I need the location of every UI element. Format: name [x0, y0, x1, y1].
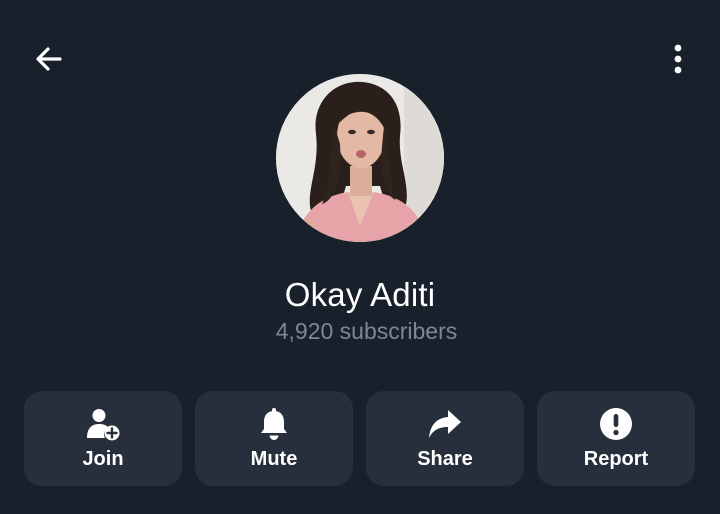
- mute-label: Mute: [250, 448, 298, 470]
- bell-icon: [255, 405, 293, 443]
- channel-name: Okay Aditi: [284, 276, 436, 313]
- channel-profile-screen: Okay Aditi 4,920 subscribers Join Mute S…: [0, 0, 720, 514]
- back-button[interactable]: [26, 38, 72, 84]
- more-options-button[interactable]: [656, 38, 700, 84]
- more-vertical-icon: [672, 43, 684, 80]
- subscriber-count: 4,920 subscribers: [275, 318, 458, 344]
- join-label: Join: [82, 448, 124, 470]
- add-user-icon: [84, 405, 122, 443]
- report-label: Report: [583, 448, 649, 470]
- share-label: Share: [417, 448, 473, 470]
- channel-avatar[interactable]: [276, 74, 444, 242]
- report-button[interactable]: Report: [537, 391, 695, 486]
- share-arrow-icon: [426, 405, 464, 443]
- alert-circle-icon: [597, 405, 635, 443]
- action-buttons: Join Mute Share Report: [24, 391, 696, 486]
- channel-avatar-photo: [276, 74, 444, 242]
- mute-button[interactable]: Mute: [195, 391, 353, 486]
- share-button[interactable]: Share: [366, 391, 524, 486]
- arrow-left-icon: [33, 43, 65, 80]
- join-button[interactable]: Join: [24, 391, 182, 486]
